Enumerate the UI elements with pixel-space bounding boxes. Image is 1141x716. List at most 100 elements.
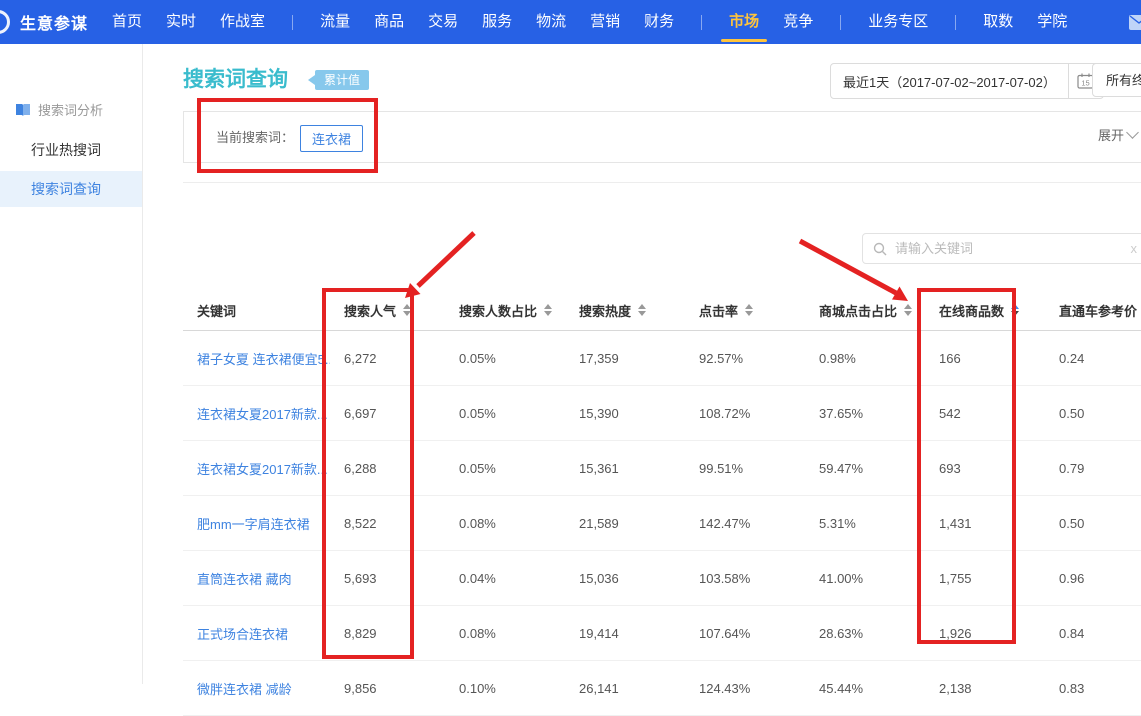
book-icon — [15, 103, 31, 117]
cell-value: 1,926 — [939, 626, 972, 641]
cell-value: 0.50 — [1059, 406, 1084, 421]
sidebar-item-search-word-query[interactable]: 搜索词查询 — [0, 171, 142, 207]
keyword-link[interactable]: 正式场合连衣裙 — [197, 627, 288, 642]
column-header-search-popularity[interactable]: 搜索人气 — [330, 301, 445, 320]
cell-value: 0.24 — [1059, 351, 1084, 366]
nav-item-market[interactable]: 市场 — [729, 0, 759, 44]
keyword-link[interactable]: 裙子女夏 连衣裙便宜5... — [197, 352, 330, 367]
sort-icon[interactable] — [638, 304, 646, 316]
cell-mall-click-ratio: 0.98% — [805, 351, 925, 366]
keyword-search-box: x — [862, 233, 1141, 264]
cell-mall-click-ratio: 41.00% — [805, 571, 925, 586]
cell-value: 542 — [939, 406, 961, 421]
column-label: 点击率 — [699, 301, 738, 320]
cell-keyword: 直筒连衣裙 藏肉 — [183, 569, 330, 588]
nav-item-logistics[interactable]: 物流 — [536, 0, 566, 44]
cell-ztc-ref-price: 0.50 — [1045, 406, 1141, 421]
sort-icon[interactable] — [403, 304, 411, 316]
cell-value: 124.43% — [699, 681, 750, 696]
cell-value: 6,288 — [344, 461, 377, 476]
cell-search-heat: 19,414 — [565, 626, 685, 641]
column-header-click-rate[interactable]: 点击率 — [685, 301, 805, 320]
nav-item-business-zone[interactable]: 业务专区 — [868, 0, 928, 44]
keyword-link[interactable]: 直筒连衣裙 藏肉 — [197, 572, 292, 587]
cell-search-heat: 21,589 — [565, 516, 685, 531]
nav-item-traffic[interactable]: 流量 — [320, 0, 350, 44]
sort-icon[interactable] — [544, 304, 552, 316]
nav-item-realtime[interactable]: 实时 — [166, 0, 196, 44]
cell-value: 9,856 — [344, 681, 377, 696]
sort-icon[interactable] — [745, 304, 753, 316]
sidebar-item-industry-hot-words[interactable]: 行业热搜词 — [0, 132, 142, 168]
cell-searcher-ratio: 0.05% — [445, 406, 565, 421]
cell-keyword: 连衣裙女夏2017新款... — [183, 459, 330, 478]
expand-toggle[interactable]: 展开 — [1098, 125, 1137, 144]
cell-value: 107.64% — [699, 626, 750, 641]
search-word-table: 关键词搜索人气搜索人数占比搜索热度点击率商城点击占比在线商品数直通车参考价 裙子… — [183, 290, 1141, 716]
nav-item-trade[interactable]: 交易 — [428, 0, 458, 44]
nav-separator — [955, 15, 956, 30]
cell-value: 0.10% — [459, 681, 496, 696]
cell-online-products: 1,926 — [925, 626, 1045, 641]
cell-search-heat: 15,361 — [565, 461, 685, 476]
cell-value: 0.84 — [1059, 626, 1084, 641]
current-keyword-tag[interactable]: 连衣裙 — [300, 125, 363, 152]
cell-ztc-ref-price: 0.84 — [1045, 626, 1141, 641]
cell-value: 1,431 — [939, 516, 972, 531]
cell-value: 41.00% — [819, 571, 863, 586]
cell-keyword: 微胖连衣裙 减龄 — [183, 679, 330, 698]
nav-item-marketing[interactable]: 营销 — [590, 0, 620, 44]
cell-click-rate: 107.64% — [685, 626, 805, 641]
cell-value: 28.63% — [819, 626, 863, 641]
column-label: 搜索人气 — [344, 301, 396, 320]
cell-searcher-ratio: 0.05% — [445, 351, 565, 366]
keyword-link[interactable]: 连衣裙女夏2017新款... — [197, 407, 328, 422]
column-header-search-heat[interactable]: 搜索热度 — [565, 301, 685, 320]
cell-keyword: 正式场合连衣裙 — [183, 624, 330, 643]
column-label: 直通车参考价 — [1059, 301, 1137, 320]
nav-item-service[interactable]: 服务 — [482, 0, 512, 44]
keyword-link[interactable]: 连衣裙女夏2017新款... — [197, 462, 328, 477]
column-header-searcher-ratio[interactable]: 搜索人数占比 — [445, 301, 565, 320]
column-label: 商城点击占比 — [819, 301, 897, 320]
cell-keyword: 连衣裙女夏2017新款... — [183, 404, 330, 423]
cell-value: 0.04% — [459, 571, 496, 586]
cell-search-heat: 26,141 — [565, 681, 685, 696]
cell-value: 45.44% — [819, 681, 863, 696]
nav-item-war-room[interactable]: 作战室 — [220, 0, 265, 44]
sort-icon[interactable] — [904, 304, 912, 316]
envelope-icon[interactable] — [1129, 15, 1141, 30]
cell-online-products: 1,755 — [925, 571, 1045, 586]
brand-name[interactable]: 生意参谋 — [20, 10, 88, 34]
cell-online-products: 693 — [925, 461, 1045, 476]
clear-search-icon[interactable]: x — [1131, 241, 1138, 256]
nav-item-product[interactable]: 商品 — [374, 0, 404, 44]
nav-item-home[interactable]: 首页 — [112, 0, 142, 44]
nav-item-data-extract[interactable]: 取数 — [983, 0, 1013, 44]
search-input[interactable] — [893, 240, 1141, 257]
nav-item-competition[interactable]: 竞争 — [783, 0, 813, 44]
cell-value: 2,138 — [939, 681, 972, 696]
date-range-text[interactable]: 最近1天（2017-07-02~2017-07-02） — [831, 72, 1068, 91]
cell-value: 0.08% — [459, 516, 496, 531]
terminal-filter-select[interactable]: 所有终端 — [1092, 63, 1141, 97]
column-header-ztc-ref-price[interactable]: 直通车参考价 — [1045, 301, 1141, 320]
nav-separator — [840, 15, 841, 30]
cell-value: 99.51% — [699, 461, 743, 476]
column-header-mall-click-ratio[interactable]: 商城点击占比 — [805, 301, 925, 320]
sort-icon[interactable] — [1011, 304, 1019, 316]
cell-value: 166 — [939, 351, 961, 366]
date-range-picker[interactable]: 最近1天（2017-07-02~2017-07-02） 15 — [830, 63, 1104, 99]
table-row: 肥mm一字肩连衣裙8,5220.08%21,589142.47%5.31%1,4… — [183, 496, 1141, 551]
keyword-link[interactable]: 肥mm一字肩连衣裙 — [197, 517, 310, 532]
nav-item-academy[interactable]: 学院 — [1037, 0, 1067, 44]
cell-ztc-ref-price: 0.79 — [1045, 461, 1141, 476]
cell-searcher-ratio: 0.08% — [445, 626, 565, 641]
column-header-online-products[interactable]: 在线商品数 — [925, 301, 1045, 320]
cell-search-heat: 15,390 — [565, 406, 685, 421]
column-label: 在线商品数 — [939, 301, 1004, 320]
cell-search-popularity: 8,522 — [330, 516, 445, 531]
section-divider — [183, 182, 1141, 183]
sidebar-section-label: 搜索词分析 — [38, 100, 103, 119]
nav-item-finance[interactable]: 财务 — [644, 0, 674, 44]
